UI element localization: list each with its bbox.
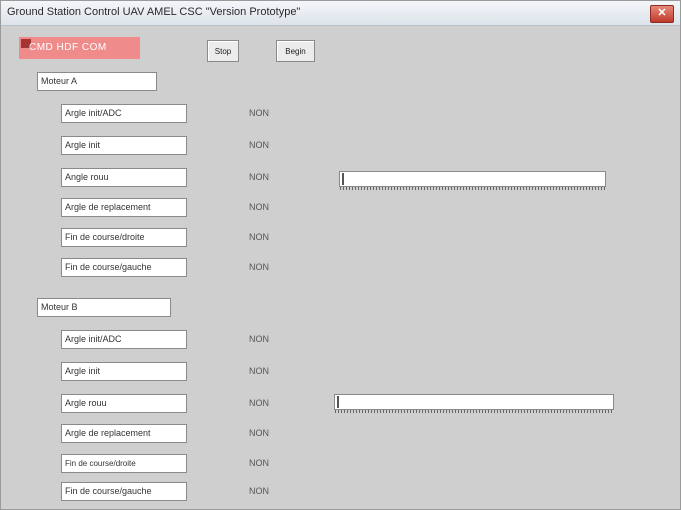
motor-a-slider-ticks [340,187,605,190]
motor-a-angle-current-value: NON [249,172,269,182]
motor-a-angle-init-adc-value: NON [249,108,269,118]
window-title: Ground Station Control UAV AMEL CSC "Ver… [7,6,301,18]
motor-a-limit-right-value: NON [249,232,269,242]
close-icon: ✕ [657,7,667,19]
motor-b-angle-current-value: NON [249,398,269,408]
motor-a-limit-right-field: Fin de course/droite [61,228,187,247]
stop-button[interactable]: Stop [207,40,239,62]
motor-b-angle-init-value: NON [249,366,269,376]
motor-a-angle-init-adc-field: Argle init/ADC [61,104,187,123]
title-bar: Ground Station Control UAV AMEL CSC "Ver… [1,1,680,26]
motor-b-title-field: Moteur B [37,298,171,317]
motor-a-slider-thumb[interactable] [342,173,344,185]
motor-b-slider-thumb[interactable] [337,396,339,408]
motor-b-limit-left-value: NON [249,486,269,496]
motor-b-angle-init-adc-field: Argle init/ADC [61,330,187,349]
motor-a-angle-replacement-field: Argle de replacement [61,198,187,217]
motor-b-limit-right-value: NON [249,458,269,468]
motor-a-angle-init-value: NON [249,140,269,150]
motor-a-angle-replacement-value: NON [249,202,269,212]
motor-b-angle-init-adc-value: NON [249,334,269,344]
motor-a-limit-left-value: NON [249,262,269,272]
close-button[interactable]: ✕ [650,5,674,23]
motor-b-angle-current-field: Argle rouu [61,394,187,413]
motor-b-slider[interactable] [334,394,614,413]
motor-b-limit-right-field: Fin de course/droite [61,454,187,473]
begin-button[interactable]: Begin [276,40,315,62]
motor-b-slider-ticks [335,410,613,413]
com-status-indicator: CMD HDF COM [19,37,140,59]
motor-a-angle-init-field: Argle init [61,136,187,155]
client-area: CMD HDF COM Stop Begin Moteur A Argle in… [9,26,674,506]
motor-b-limit-left-field: Fin de course/gauche [61,482,187,501]
motor-b-angle-replacement-field: Argle de replacement [61,424,187,443]
motor-a-angle-current-field: Angle rouu [61,168,187,187]
motor-a-title-field: Moteur A [37,72,157,91]
com-status-label: CMD HDF COM [29,42,107,53]
motor-b-angle-init-field: Argle init [61,362,187,381]
motor-a-slider[interactable] [339,171,606,190]
motor-b-angle-replacement-value: NON [249,428,269,438]
motor-a-limit-left-field: Fin de course/gauche [61,258,187,277]
app-window: Ground Station Control UAV AMEL CSC "Ver… [0,0,681,510]
